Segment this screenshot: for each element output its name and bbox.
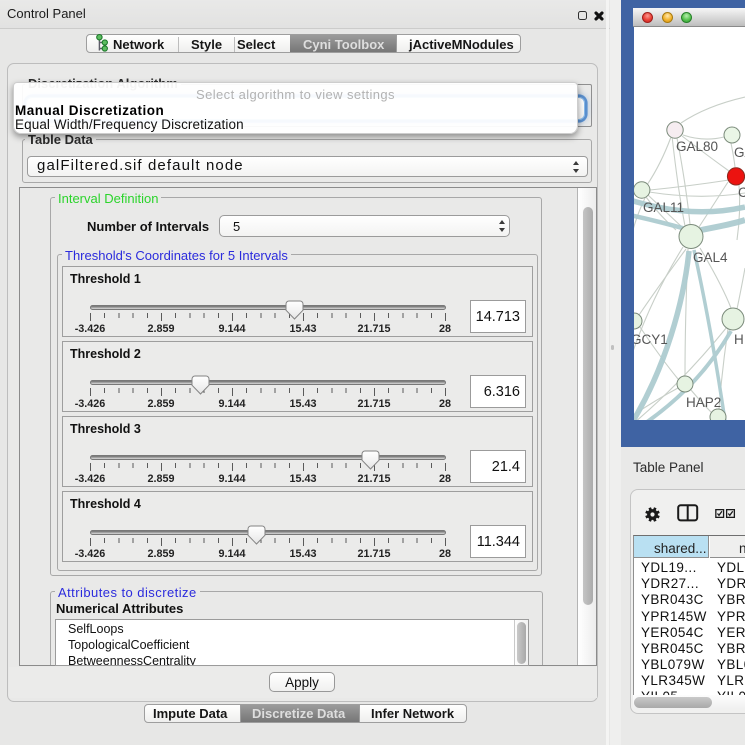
svg-text:HAP2: HAP2: [686, 395, 721, 410]
svg-text:GA: GA: [734, 145, 745, 160]
svg-text:GAL80: GAL80: [676, 139, 718, 154]
svg-text:GAL4: GAL4: [693, 250, 728, 265]
svg-text:GCY1: GCY1: [634, 332, 668, 347]
svg-text:C: C: [738, 185, 745, 200]
svg-text:HI: HI: [734, 332, 745, 347]
svg-text:GAL11: GAL11: [643, 200, 684, 215]
